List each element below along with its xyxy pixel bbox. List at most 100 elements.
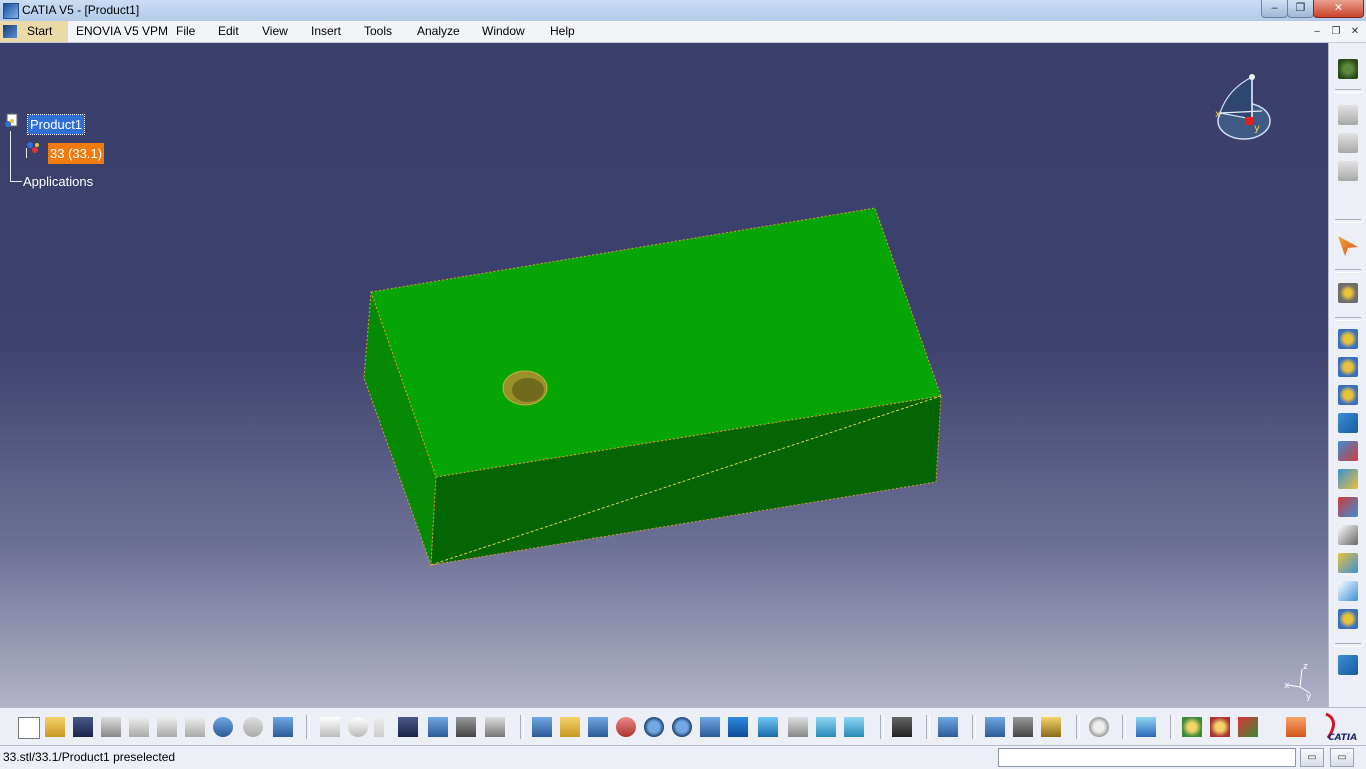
zoom-in-icon[interactable] <box>644 717 664 737</box>
multi-instantiation-icon[interactable] <box>1338 581 1358 601</box>
doc-close-button[interactable]: ✕ <box>1346 24 1364 39</box>
tree-root-product[interactable]: Product1 <box>26 114 86 135</box>
fly-mode-icon[interactable] <box>532 717 552 737</box>
menu-edit[interactable]: Edit <box>218 24 239 38</box>
isometric-view-icon[interactable] <box>758 717 778 737</box>
constraint-icon[interactable] <box>1338 655 1358 675</box>
update-icon[interactable] <box>938 717 958 737</box>
generate-numbering-icon[interactable] <box>1338 497 1358 517</box>
fit-all-in-icon[interactable] <box>560 717 580 737</box>
product-icon[interactable] <box>3 113 19 129</box>
fast-multi-instantiation-icon[interactable] <box>1338 609 1358 629</box>
part-hole-inner <box>512 378 544 402</box>
zoom-out-icon[interactable] <box>672 717 692 737</box>
minimize-button[interactable]: – <box>1261 0 1288 18</box>
catalog-icon[interactable] <box>1338 161 1358 181</box>
catia-app-icon[interactable] <box>3 3 19 19</box>
replace-component-icon[interactable] <box>1338 441 1358 461</box>
catalog-icon[interactable] <box>1338 105 1358 125</box>
open-folder-icon[interactable] <box>45 717 65 737</box>
measure-item-icon[interactable] <box>1013 717 1033 737</box>
catalog-icon[interactable] <box>1338 133 1358 153</box>
menu-tools[interactable]: Tools <box>364 24 392 38</box>
close-button[interactable]: ✕ <box>1313 0 1364 18</box>
command-input[interactable] <box>998 748 1296 767</box>
new-product-icon[interactable] <box>1338 357 1358 377</box>
new-part-icon[interactable] <box>1338 385 1358 405</box>
cut-icon[interactable] <box>129 717 149 737</box>
pan-icon[interactable] <box>588 717 608 737</box>
catalog-icon[interactable] <box>1182 717 1202 737</box>
window-title: CATIA V5 - [Product1] <box>22 3 140 17</box>
undo-icon[interactable] <box>213 717 233 737</box>
copy-icon[interactable] <box>157 717 177 737</box>
new-component-icon[interactable] <box>1338 329 1358 349</box>
paste-icon[interactable] <box>185 717 205 737</box>
normal-view-icon[interactable] <box>700 717 720 737</box>
3d-viewport[interactable]: Product1 33 (33.1) Applications x y z x … <box>0 43 1328 707</box>
tree-expand-icon[interactable] <box>428 717 448 737</box>
redo-icon[interactable] <box>243 717 263 737</box>
compass-y-label: y <box>1254 123 1260 134</box>
menu-analyze[interactable]: Analyze <box>417 24 460 38</box>
tree-branch-line <box>10 181 22 182</box>
menu-file[interactable]: File <box>176 24 195 38</box>
catia-logo: CATIA <box>1316 712 1362 743</box>
gear-icon[interactable] <box>1338 59 1358 79</box>
table-icon[interactable] <box>398 717 418 737</box>
compass-icon[interactable]: x y <box>1208 69 1278 145</box>
shading-icon[interactable] <box>788 717 808 737</box>
right-toolbar <box>1328 43 1366 707</box>
swap-visible-space-icon[interactable] <box>844 717 864 737</box>
part-geometry[interactable] <box>0 43 1328 707</box>
selective-load-icon[interactable] <box>1338 525 1358 545</box>
camera-icon[interactable] <box>892 717 912 737</box>
refresh-icon[interactable] <box>1089 717 1109 737</box>
rotate-icon[interactable] <box>616 717 636 737</box>
tree-applications[interactable]: Applications <box>23 174 93 189</box>
part-instance-icon[interactable] <box>25 140 41 156</box>
workbench-icon[interactable] <box>1238 717 1258 737</box>
tree-branch-line <box>10 131 11 181</box>
svg-text:y: y <box>1306 692 1312 701</box>
save-icon[interactable] <box>73 717 93 737</box>
maximize-button[interactable]: ❐ <box>1287 0 1314 18</box>
multi-view-icon[interactable] <box>728 717 748 737</box>
formula-icon[interactable] <box>320 717 340 737</box>
doc-restore-button[interactable]: ❐ <box>1327 24 1345 39</box>
help-icon[interactable] <box>273 717 293 737</box>
manage-representations-icon[interactable] <box>1338 553 1358 573</box>
move-icon[interactable] <box>1338 283 1358 303</box>
bottom-toolbar: CATIA <box>0 707 1366 746</box>
menu-start[interactable]: Start <box>0 21 68 42</box>
command-history-button[interactable]: ▭ <box>1330 748 1354 767</box>
existing-component-icon[interactable] <box>1338 413 1358 433</box>
menu-view[interactable]: View <box>262 24 288 38</box>
menu-window[interactable]: Window <box>482 24 525 38</box>
menu-insert[interactable]: Insert <box>311 24 341 38</box>
measure-between-icon[interactable] <box>985 717 1005 737</box>
catalog-browser-icon[interactable] <box>485 717 505 737</box>
select-arrow-icon[interactable] <box>1338 236 1358 256</box>
apply-material-icon[interactable] <box>1136 717 1156 737</box>
lock-icon[interactable] <box>456 717 476 737</box>
status-bar: 33.stl/33.1/Product1 preselected ▭ ▭ <box>0 745 1366 769</box>
menu-enovia[interactable]: ENOVIA V5 VPM <box>76 24 168 38</box>
svg-text:z: z <box>1303 662 1308 672</box>
status-message: 33.stl/33.1/Product1 preselected <box>3 750 176 764</box>
new-file-icon[interactable] <box>18 717 40 739</box>
menu-help[interactable]: Help <box>550 24 575 38</box>
doc-minimize-button[interactable]: – <box>1308 24 1326 39</box>
measure-inertia-icon[interactable] <box>1041 717 1061 737</box>
tree-part-instance[interactable]: 33 (33.1) <box>48 143 105 164</box>
hide-show-icon[interactable] <box>816 717 836 737</box>
menu-bar: Start ENOVIA V5 VPM File Edit View Inser… <box>0 21 1366 43</box>
knowledge-icon[interactable] <box>374 717 384 737</box>
comment-icon[interactable] <box>348 717 368 737</box>
print-icon[interactable] <box>101 717 121 737</box>
compass-x-label: x <box>1215 109 1221 120</box>
render-icon[interactable] <box>1210 717 1230 737</box>
power-input-button[interactable]: ▭ <box>1300 748 1324 767</box>
grid-icon[interactable] <box>1286 717 1306 737</box>
graph-tree-reordering-icon[interactable] <box>1338 469 1358 489</box>
